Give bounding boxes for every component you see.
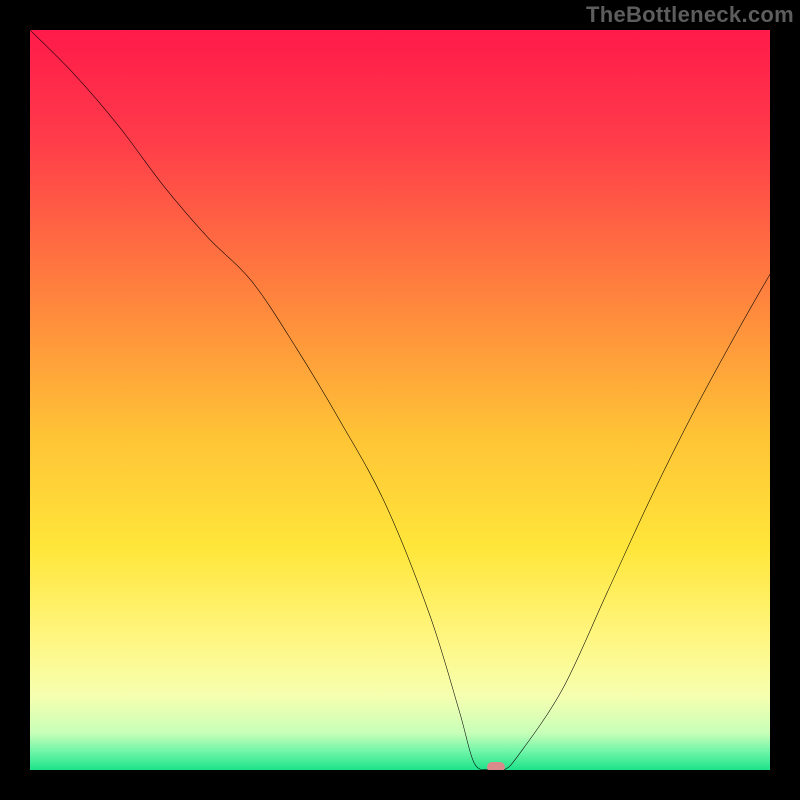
chart-frame: TheBottleneck.com [0, 0, 800, 800]
watermark-text: TheBottleneck.com [586, 2, 794, 28]
curve-layer [30, 30, 770, 770]
bottleneck-curve-path [30, 30, 770, 770]
plot-area [30, 30, 770, 770]
optimal-point-marker [487, 762, 505, 770]
